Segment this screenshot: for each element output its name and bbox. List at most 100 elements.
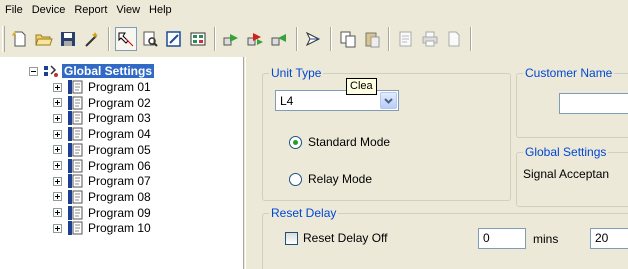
relay-mode-option[interactable]: Relay Mode — [289, 172, 372, 186]
tree-item-label: Program 02 — [88, 95, 151, 110]
new-file-button[interactable] — [9, 27, 31, 51]
tooltip: Clea — [346, 78, 377, 95]
print-icon — [422, 31, 438, 47]
program-icon — [68, 221, 83, 236]
tree-item[interactable]: Program 07 — [53, 173, 153, 189]
tree-item[interactable]: Program 02 — [53, 95, 153, 111]
program-icon — [68, 142, 83, 157]
tree-item-label: Program 08 — [88, 189, 151, 204]
tree-item[interactable]: Program 01 — [53, 79, 153, 95]
grid-button[interactable] — [187, 27, 209, 51]
tree-item[interactable]: Program 10 — [53, 220, 153, 236]
settings-panel: Unit Type L4 Standard Mode Relay Mode Cu… — [245, 57, 628, 269]
settings-icon — [44, 65, 58, 77]
tree-item-label: Program 06 — [88, 158, 151, 173]
expand-icon[interactable] — [53, 192, 62, 202]
standard-mode-radio[interactable] — [289, 135, 302, 149]
tree-item-label: Program 03 — [88, 111, 151, 126]
expand-icon[interactable] — [53, 98, 62, 108]
expand-icon[interactable] — [53, 82, 62, 92]
grid-icon — [190, 32, 206, 46]
arrow-icon — [305, 31, 321, 47]
global-settings-group: Global Settings Signal Acceptan — [516, 145, 628, 207]
wand-button[interactable] — [81, 27, 103, 51]
tree-item[interactable]: Program 05 — [53, 142, 153, 158]
page-button[interactable] — [443, 27, 465, 51]
reset-delay-off-option[interactable]: Reset Delay Off — [285, 231, 387, 245]
settings-tree[interactable]: Global Settings Program 01 Program 02 Prog… — [0, 57, 244, 269]
unit-type-select[interactable]: L4 — [275, 90, 399, 111]
expand-icon[interactable] — [53, 145, 62, 155]
collapse-icon[interactable] — [29, 66, 38, 76]
tree-item-label: Program 10 — [88, 221, 151, 236]
signal-acceptance-label: Signal Acceptan — [523, 167, 610, 181]
customer-name-input[interactable] — [559, 93, 628, 114]
expand-icon[interactable] — [53, 129, 62, 139]
arrow-button[interactable] — [303, 27, 325, 51]
toolbar-separator — [388, 27, 390, 51]
reset-delay-secondary-input[interactable]: 20 — [590, 228, 628, 249]
send-button[interactable] — [221, 27, 243, 51]
unit-type-group: Unit Type L4 Standard Mode Relay Mode — [262, 66, 511, 201]
expand-icon[interactable] — [53, 113, 62, 123]
menu-view[interactable]: View — [111, 0, 144, 20]
menu-file[interactable]: File — [0, 0, 27, 20]
program-icon — [68, 158, 83, 173]
dropdown-button[interactable] — [380, 92, 397, 109]
tree-item[interactable]: Program 04 — [53, 126, 153, 142]
reset-delay-off-label: Reset Delay Off — [303, 231, 388, 245]
expand-icon[interactable] — [53, 208, 62, 218]
relay-mode-radio[interactable] — [289, 172, 302, 186]
menu-report[interactable]: Report — [69, 0, 111, 20]
page-icon — [448, 31, 460, 47]
tree-item[interactable]: Program 09 — [53, 205, 153, 221]
tree-root-label: Global Settings — [60, 63, 156, 79]
expand-icon[interactable] — [53, 176, 62, 186]
program-icon — [68, 111, 83, 126]
toolbar-separator — [108, 27, 110, 51]
menu-help[interactable]: Help — [144, 0, 176, 20]
receive-icon — [271, 34, 286, 46]
unit-type-title: Unit Type — [269, 66, 324, 80]
edit-button[interactable] — [163, 27, 185, 51]
global-settings-title: Global Settings — [523, 145, 609, 159]
expand-icon[interactable] — [53, 223, 62, 233]
receive-button[interactable] — [269, 27, 291, 51]
document-button[interactable] — [395, 27, 417, 51]
edit-icon — [166, 31, 181, 47]
save-icon — [61, 32, 75, 46]
select-button[interactable] — [115, 27, 137, 51]
reset-delay-title: Reset Delay — [269, 206, 339, 220]
open-button[interactable] — [33, 27, 55, 51]
tree-item-label: Program 05 — [88, 142, 151, 157]
menu-device[interactable]: Device — [27, 0, 70, 20]
reset-delay-off-checkbox[interactable] — [285, 231, 298, 245]
copy-button[interactable] — [337, 27, 359, 51]
expand-icon[interactable] — [53, 161, 62, 170]
send-receive-button[interactable] — [245, 27, 267, 51]
toolbar-separator — [296, 27, 298, 51]
tree-root[interactable]: Global Settings — [29, 63, 156, 79]
reset-delay-input[interactable]: 0 — [478, 228, 526, 249]
menu-bar: File Device Report View Help — [0, 0, 628, 20]
program-icon — [68, 189, 83, 204]
new-file-icon — [12, 31, 26, 47]
send-receive-icon — [247, 33, 263, 46]
toolbar-separator — [470, 27, 472, 51]
tree-item[interactable]: Program 03 — [53, 110, 153, 126]
program-icon — [68, 95, 83, 110]
customer-name-group: Customer Name — [516, 66, 628, 138]
tree-item[interactable]: Program 06 — [53, 158, 153, 174]
paste-button[interactable] — [361, 27, 383, 51]
toolbar-separator — [214, 27, 216, 51]
print-button[interactable] — [419, 27, 441, 51]
save-button[interactable] — [57, 27, 79, 51]
toolbar-grip[interactable] — [2, 26, 5, 52]
reset-delay-unit: mins — [533, 232, 559, 246]
print-preview-button[interactable] — [139, 27, 161, 51]
tree-item-label: Program 07 — [88, 174, 151, 189]
tree-item[interactable]: Program 08 — [53, 189, 153, 205]
reset-delay-group: Reset Delay Reset Delay Off 0 mins 20 — [262, 206, 628, 269]
standard-mode-option[interactable]: Standard Mode — [289, 135, 390, 149]
document-icon — [399, 31, 412, 47]
